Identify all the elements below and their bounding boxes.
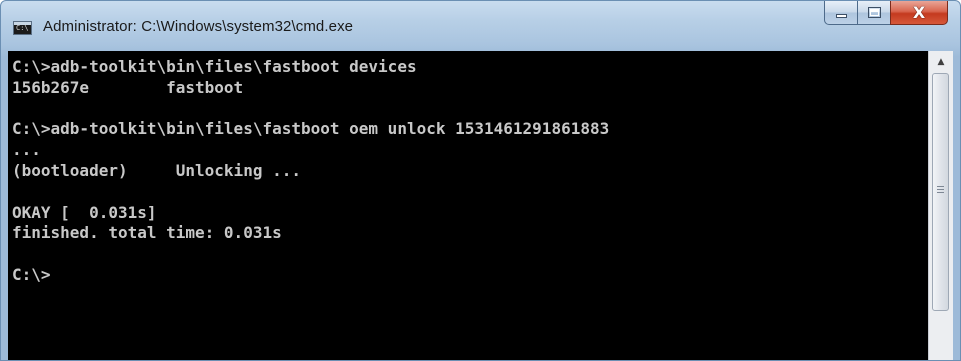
minimize-button[interactable] (824, 1, 857, 25)
console-prompt-line[interactable]: C:\> (12, 265, 928, 286)
window-title: Administrator: C:\Windows\system32\cmd.e… (43, 18, 354, 35)
console-line: finished. total time: 0.031s (12, 223, 282, 243)
scroll-up-arrow-icon[interactable]: ▲ (929, 51, 953, 73)
console-line: (bootloader) Unlocking ... (12, 160, 301, 180)
cmd-icon[interactable]: C:\ (13, 21, 32, 35)
console-output[interactable]: C:\>adb-toolkit\bin\files\fastboot devic… (8, 51, 928, 360)
maximize-button[interactable] (857, 1, 890, 25)
console-line: OKAY [ 0.031s] (12, 202, 157, 222)
cmd-window: C:\ Administrator: C:\Windows\system32\c… (0, 0, 961, 361)
title-bar[interactable]: C:\ Administrator: C:\Windows\system32\c… (1, 1, 960, 51)
console-line: 156b267e fastboot (12, 77, 244, 97)
scrollbar-thumb[interactable] (932, 73, 949, 311)
console-line: C:\>adb-toolkit\bin\files\fastboot oem u… (12, 119, 610, 139)
vertical-scrollbar[interactable]: ▲ (928, 51, 953, 360)
close-button[interactable]: X (890, 1, 948, 25)
thumb-grip-icon (937, 186, 944, 194)
maximize-icon (868, 7, 881, 18)
console-line: ... (12, 140, 41, 160)
caption-buttons: X (824, 1, 948, 27)
console-client-area: C:\>adb-toolkit\bin\files\fastboot devic… (8, 51, 953, 360)
close-icon: X (912, 3, 926, 22)
console-line: C:\>adb-toolkit\bin\files\fastboot devic… (12, 57, 417, 76)
minimize-icon (836, 14, 847, 18)
